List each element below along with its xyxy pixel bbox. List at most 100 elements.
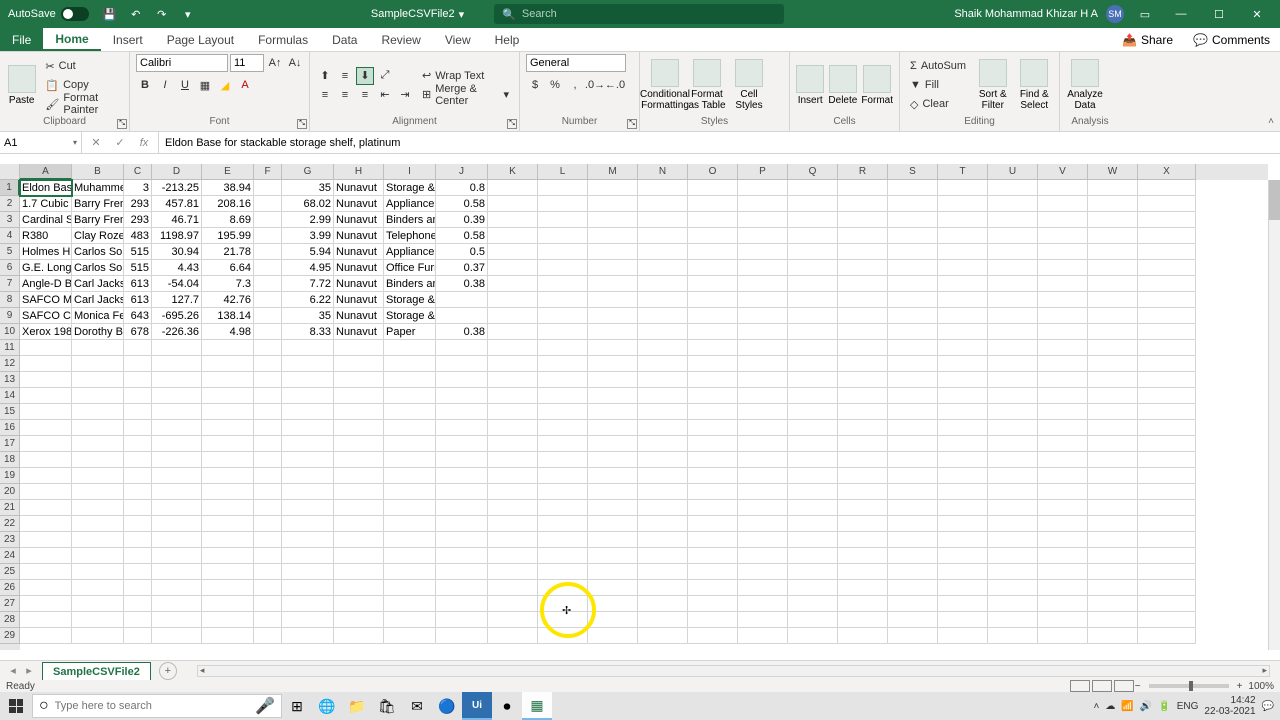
row-header[interactable]: 23	[0, 532, 20, 548]
cell[interactable]	[202, 516, 254, 532]
cell[interactable]	[538, 404, 588, 420]
cell[interactable]	[1138, 436, 1196, 452]
cell[interactable]	[282, 436, 334, 452]
cell[interactable]	[688, 260, 738, 276]
cell[interactable]	[838, 260, 888, 276]
cell[interactable]	[1038, 628, 1088, 644]
cell[interactable]	[938, 228, 988, 244]
sheet-nav-next[interactable]: ▸	[22, 664, 36, 677]
cell[interactable]	[1138, 420, 1196, 436]
cell[interactable]	[20, 388, 72, 404]
cell[interactable]: Storage &	[384, 180, 436, 196]
cell[interactable]	[202, 628, 254, 644]
cell[interactable]	[436, 564, 488, 580]
cell[interactable]: 293	[124, 196, 152, 212]
cell[interactable]	[152, 372, 202, 388]
cell[interactable]: Nunavut	[334, 276, 384, 292]
cell[interactable]	[788, 180, 838, 196]
cell[interactable]	[488, 196, 538, 212]
search-input[interactable]	[522, 8, 776, 20]
cell[interactable]: Cardinal Slant	[20, 212, 72, 228]
cell[interactable]	[124, 372, 152, 388]
cell[interactable]	[838, 436, 888, 452]
cell[interactable]	[988, 500, 1038, 516]
row-header[interactable]: 16	[0, 420, 20, 436]
cell[interactable]	[888, 212, 938, 228]
cell[interactable]	[538, 212, 588, 228]
cell[interactable]	[738, 500, 788, 516]
cell[interactable]	[202, 484, 254, 500]
cell[interactable]: 0.58	[436, 228, 488, 244]
cell[interactable]	[1138, 628, 1196, 644]
cell[interactable]	[538, 516, 588, 532]
cell[interactable]	[788, 468, 838, 484]
cell[interactable]	[488, 484, 538, 500]
column-header[interactable]: G	[282, 164, 334, 180]
row-header[interactable]: 3	[0, 212, 20, 228]
cell[interactable]	[538, 372, 588, 388]
cell[interactable]	[488, 180, 538, 196]
cell[interactable]: Appliance	[384, 196, 436, 212]
cell[interactable]	[124, 452, 152, 468]
cell[interactable]	[788, 580, 838, 596]
wifi-icon[interactable]: 📶	[1121, 701, 1133, 712]
cell[interactable]	[1088, 452, 1138, 468]
cell[interactable]	[152, 516, 202, 532]
sheet-nav-prev[interactable]: ◂	[6, 664, 20, 677]
row-header[interactable]: 26	[0, 580, 20, 596]
column-header[interactable]: B	[72, 164, 124, 180]
comments-button[interactable]: 💬Comments	[1183, 28, 1280, 51]
cell[interactable]	[538, 308, 588, 324]
cell[interactable]	[688, 468, 738, 484]
system-tray[interactable]: ˄ ☁ 📶 🔊 🔋 ENG 14:42 22-03-2021 💬	[1088, 695, 1280, 717]
column-header[interactable]: I	[384, 164, 436, 180]
cell[interactable]	[538, 196, 588, 212]
cell[interactable]	[738, 356, 788, 372]
cell[interactable]	[638, 276, 688, 292]
cell[interactable]	[638, 372, 688, 388]
cell[interactable]	[638, 436, 688, 452]
clipboard-launcher[interactable]: ⤡	[117, 119, 127, 129]
cell[interactable]	[334, 388, 384, 404]
cell[interactable]	[254, 596, 282, 612]
cell[interactable]	[688, 452, 738, 468]
cell[interactable]	[488, 340, 538, 356]
row-header[interactable]: 15	[0, 404, 20, 420]
cell[interactable]	[888, 404, 938, 420]
cell[interactable]	[488, 404, 538, 420]
formula-bar[interactable]: Eldon Base for stackable storage shelf, …	[159, 132, 1280, 153]
cell[interactable]: -213.25	[152, 180, 202, 196]
cell[interactable]	[538, 564, 588, 580]
cell[interactable]	[938, 500, 988, 516]
format-as-table-button[interactable]: Format as Table	[688, 59, 726, 111]
cell[interactable]	[152, 468, 202, 484]
cell[interactable]	[1138, 292, 1196, 308]
cell[interactable]	[938, 532, 988, 548]
cell[interactable]	[788, 532, 838, 548]
column-header[interactable]: A	[20, 164, 72, 180]
cell[interactable]	[788, 612, 838, 628]
cell[interactable]	[638, 260, 688, 276]
cell[interactable]	[334, 356, 384, 372]
cell[interactable]	[588, 436, 638, 452]
cell[interactable]	[1038, 548, 1088, 564]
cell[interactable]	[588, 596, 638, 612]
cell[interactable]	[938, 260, 988, 276]
font-size-select[interactable]	[230, 54, 264, 72]
minimize-button[interactable]: —	[1166, 0, 1196, 28]
cell[interactable]	[202, 548, 254, 564]
align-right-button[interactable]: ≡	[356, 86, 374, 104]
cell[interactable]	[788, 292, 838, 308]
cell[interactable]	[1138, 228, 1196, 244]
cell[interactable]	[638, 244, 688, 260]
cell[interactable]	[20, 420, 72, 436]
align-left-button[interactable]: ≡	[316, 86, 334, 104]
cell[interactable]: 8.33	[282, 324, 334, 340]
cell[interactable]	[1038, 452, 1088, 468]
cell[interactable]	[1038, 308, 1088, 324]
notifications-icon[interactable]: 💬	[1262, 701, 1274, 712]
row-header[interactable]: 22	[0, 516, 20, 532]
cell[interactable]	[838, 244, 888, 260]
onedrive-icon[interactable]: ☁	[1105, 701, 1115, 712]
cell[interactable]	[938, 612, 988, 628]
